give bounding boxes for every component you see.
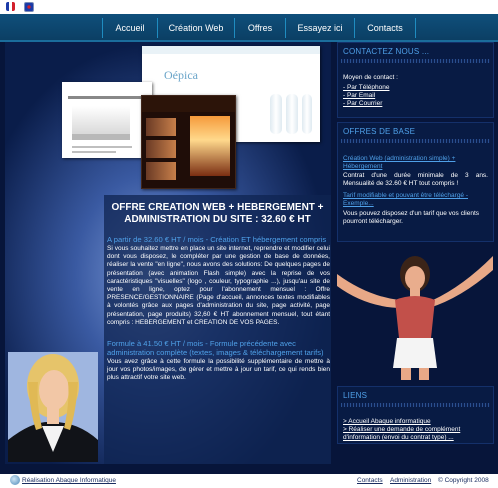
preview-logo: Oépica: [164, 68, 198, 82]
contact-box: CONTACTEZ NOUS ... Moyen de contact : - …: [337, 42, 494, 118]
preview-bottle: [302, 94, 312, 134]
top-bar: [0, 0, 498, 14]
contact-title: CONTACTEZ NOUS ...: [343, 47, 430, 56]
offer-title: OFFRE CREATION WEB + HEBERGEMENT + ADMIN…: [111, 202, 324, 225]
offre-tarif-text: Vous pouvez disposez d'un tarif que vos …: [343, 210, 480, 226]
nav-creation-web[interactable]: Création Web: [158, 14, 234, 40]
offer-subhead-2: Formule à 41.50 € HT / mois - Formule pr…: [107, 339, 324, 357]
title-stripe: [341, 403, 490, 407]
nav-accueil[interactable]: Accueil: [103, 14, 157, 40]
preview-thumbnail: [146, 118, 176, 136]
footer-realisation-link[interactable]: Réalisation Abaque Informatique: [22, 477, 116, 484]
main-nav: Accueil Création Web Offres Essayez ici …: [0, 14, 498, 43]
preview-text-line: [72, 146, 132, 148]
liens-demande-link[interactable]: > Réaliser une demande de complément d'i…: [343, 426, 489, 443]
preview-bar: [68, 96, 146, 99]
liens-box: LIENS > Accueil Abaque informatique > Ré…: [337, 386, 494, 444]
french-flag-icon[interactable]: [6, 2, 15, 11]
title-stripe: [341, 139, 490, 143]
preview-thumbnail: [146, 140, 176, 158]
liens-title: LIENS: [343, 391, 368, 400]
preview-header: [142, 46, 320, 54]
preview-text-line: [72, 151, 116, 153]
woman-illustration-right: [337, 252, 493, 380]
website-preview-architecture: [62, 82, 152, 158]
nav-offres[interactable]: Offres: [235, 14, 285, 40]
offre-tarif-link[interactable]: Tarif modifiable et pouvant être télécha…: [343, 192, 489, 209]
website-preview-sunset: [141, 95, 236, 189]
nav-separator: [415, 18, 416, 38]
offer-subhead-1: A partir de 32.60 € HT / mois - Création…: [107, 235, 327, 244]
offre-creation-link[interactable]: Création Web (administration simple) + H…: [343, 155, 489, 172]
footer: Réalisation Abaque Informatique Contacts…: [0, 474, 498, 488]
preview-thumbnail: [146, 162, 176, 180]
nav-essayez-ici[interactable]: Essayez ici: [286, 14, 354, 40]
offres-title: OFFRES DE BASE: [343, 127, 416, 136]
preview-sunset-image: [190, 116, 230, 176]
english-flag-icon[interactable]: [24, 2, 34, 12]
woman-illustration-left: [8, 352, 98, 462]
nav-contacts[interactable]: Contacts: [355, 14, 415, 40]
preview-header: [142, 96, 235, 112]
abaque-logo-icon: [10, 475, 20, 485]
footer-copyright: © Copyright 2008: [438, 477, 489, 484]
title-stripe: [341, 59, 490, 63]
preview-bottle: [286, 94, 298, 134]
footer-contacts-link[interactable]: Contacts: [357, 477, 383, 484]
footer-admin-link[interactable]: Administration: [390, 477, 431, 484]
contact-mail-link[interactable]: - Par Courrier: [343, 100, 489, 108]
contact-intro: Moyen de contact :: [343, 74, 398, 81]
offer-paragraph-2: Vous avez grâce à cette formule la possi…: [107, 358, 330, 382]
preview-building-image: [72, 106, 130, 140]
offer-paragraph-1: Si vous souhaitez mettre en place un sit…: [107, 245, 330, 326]
preview-bottle: [270, 94, 282, 134]
offres-box: OFFRES DE BASE Création Web (administrat…: [337, 122, 494, 242]
offre-creation-text: Contrat d'une durée minimale de 3 ans. M…: [343, 172, 488, 188]
offer-section: OFFRE CREATION WEB + HEBERGEMENT + ADMIN…: [104, 195, 331, 464]
